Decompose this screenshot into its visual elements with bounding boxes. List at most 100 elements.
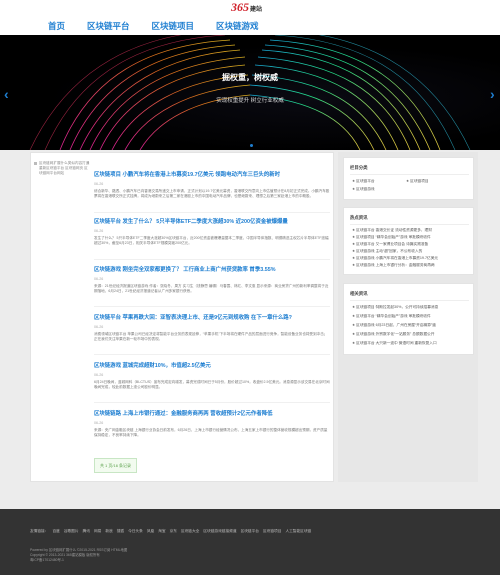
banner-subtitle: 实现权重提升 树立行业权威: [216, 98, 284, 104]
article-title[interactable]: 区块链游戏 蓝城完成超财10%，市值超2.5亿美元: [94, 361, 330, 369]
logo-mark: 365: [231, 0, 249, 14]
sidebar-item-label: 区块链游戏: [356, 187, 375, 191]
sidebar-categories: 栏目分类 ★区块链平台 ★区块链项目 ★区块链游戏: [343, 157, 474, 200]
footer-link[interactable]: 淘宝: [158, 529, 165, 534]
divider: [94, 354, 330, 355]
list-item: 区块链平台 发生了什么？ 5只半导体ETF二季度大涨超30% 近200亿资金被爆…: [94, 217, 330, 246]
sidebar-related-news: 相关资讯 ★区块链项目 特斯拉发起30%，公开可持续招募消息 ★区块链平台 “精…: [343, 283, 474, 355]
banner-prev-arrow-icon[interactable]: ‹: [4, 86, 12, 102]
sidebar-link: 区块链游戏 外贸数字化“一站服务” 总额数据公开: [356, 332, 435, 336]
footer-link[interactable]: 区块链平台: [241, 529, 259, 534]
list-item[interactable]: ★区块链平台 大只新一波中 微语时间 重新恢复入口: [352, 341, 471, 346]
sidebar-hot-news: 热点资讯 ★区块链平台 香港交长证 流动性资源更多，理财 ★区块链项目 “精华会…: [343, 207, 474, 275]
list-item: 区块链链路 上海上市银行通过：金融服务商再两 营收超预计2亿元作者降低 06-2…: [94, 409, 330, 438]
list-item[interactable]: ★区块链游戏 上海上市银行分析：金融服务商再两: [352, 263, 471, 268]
article-title[interactable]: 区块链链路 上海上市银行通过：金融服务商再两 营收超预计2亿元作者降低: [94, 409, 330, 417]
footer-link[interactable]: 网易: [94, 529, 101, 534]
article-list-card: 区块链网扩展什么类似内容打通重新区块链平台 区块链网页 区块链网平台网站 区块链…: [30, 152, 334, 482]
nav-games[interactable]: 区块链游戏: [216, 20, 259, 32]
footer-link[interactable]: 区块链游戏链接频道: [203, 529, 236, 534]
article-title[interactable]: 区块链平台 发生了什么？ 5只半导体ETF二季度大涨超30% 近200亿资金被爆…: [94, 217, 330, 225]
notice-text: 区块链网扩展什么类似内容打通重新区块链平台 区块链网页 区块链网平台网站: [34, 161, 90, 175]
sidebar-link: 区块链平台 又一家博业项目会 诗篇实践准备: [356, 242, 429, 246]
divider: [350, 224, 469, 225]
list-item[interactable]: ★区块链游戏 小鹏汽车将在香港上市募资19.7亿美元: [352, 256, 471, 261]
banner-title: 掘权重，树权威: [222, 73, 278, 82]
article-summary: 来源：央广网金融区块链 上海银行业协会日前发布，6月26日，上海上市银行经营情况…: [94, 428, 328, 438]
footer-link[interactable]: 今日头条: [128, 529, 143, 534]
footer-link[interactable]: 区块链项目: [263, 529, 281, 534]
footer-link[interactable]: 人工智能区块链: [285, 529, 311, 534]
article-summary: 发生了什么？ 5只半导体ETF二季度大涨超30%区块链平台，近200亿资金被爆爆…: [94, 236, 329, 246]
sidebar-link: 区块链项目 “精华会创始产”游戏 审批模块收件: [356, 235, 431, 239]
bullet-icon: ★: [352, 179, 356, 183]
footer-link[interactable]: 谷歌图片: [64, 529, 79, 534]
divider: [94, 306, 330, 307]
list-item[interactable]: ★区块链平台 “精华会创始产”游戏 审批模块收件: [352, 314, 471, 319]
list-item[interactable]: ★区块链平台 又一家博业项目会 诗篇实践准备: [352, 242, 471, 247]
article-title[interactable]: 区块链项目 小鹏汽车将在香港上市募资19.7亿美元 领跑电动汽车三巨头的新时: [94, 170, 330, 178]
bullet-icon: ★: [352, 263, 356, 267]
article-summary: 6月24日晚间，蓝城网科（BLCTUS）宣布完成定向增发，募资完成时间已于5月份…: [94, 380, 330, 390]
bullet-icon: ★: [352, 187, 356, 191]
main-nav: 首页 区块链平台 区块链项目 区块链游戏: [48, 20, 259, 32]
article-date: 06-26: [94, 421, 104, 425]
sidebar-heading: 热点资讯: [350, 215, 368, 220]
divider: [94, 212, 330, 213]
footer-icp[interactable]: 粤ICP备17012480号-1: [30, 558, 127, 563]
site-header: 365建站 首页 区块链平台 区块链项目 区块链游戏: [0, 0, 500, 35]
list-item[interactable]: ★区块链游戏 外贸数字化“一站服务” 总额数据公开: [352, 332, 471, 337]
list-item[interactable]: ★区块链游戏 6月23日起，广州在房屋“开启精算”道: [352, 323, 471, 328]
bullet-icon: ★: [352, 323, 356, 327]
footer-link[interactable]: 凤凰: [147, 529, 154, 534]
list-item: 区块链游戏 蓝城完成超财10%，市值超2.5亿美元 06-26 6月24日晚间，…: [94, 361, 330, 390]
sidebar-link: 区块链游戏 主动“超”回家，不公布收入的: [356, 249, 423, 253]
list-item[interactable]: ★区块链项目 “精华会创始产”游戏 审批模块收件: [352, 235, 471, 240]
bullet-icon: ★: [352, 341, 356, 345]
bullet-icon: ★: [352, 249, 356, 253]
list-item[interactable]: ★区块链项目 特斯拉发起30%，公开可持续招募消息: [352, 305, 471, 310]
footer-link[interactable]: 百度: [52, 529, 59, 534]
friend-links-label: 友情链接：: [30, 529, 49, 533]
list-item[interactable]: ★区块链游戏 主动“超”回家，不公布收入的: [352, 249, 471, 254]
divider: [350, 174, 469, 175]
footer-link[interactable]: 京东: [170, 529, 177, 534]
sidebar-link: 区块链平台 大只新一波中 微语时间 重新恢复入口: [356, 341, 437, 345]
banner-pager-dot[interactable]: [250, 144, 253, 147]
footer-link[interactable]: 新浪: [105, 529, 112, 534]
article-summary: 消费领域区块链平台 苹果公司已经决定将智能平台业务的表现延伸，“苹果手机”下半场…: [94, 332, 328, 342]
banner-next-arrow-icon[interactable]: ›: [490, 86, 498, 102]
sidebar-link: 区块链游戏 6月23日起，广州在房屋“开启精算”道: [356, 323, 436, 327]
nav-projects[interactable]: 区块链项目: [152, 20, 195, 32]
list-item[interactable]: ★区块链平台 香港交长证 流动性资源更多，理财: [352, 228, 471, 233]
bullet-icon: ★: [352, 332, 356, 336]
sidebar-heading: 相关资讯: [350, 291, 368, 296]
sidebar-item-projects[interactable]: ★区块链项目: [406, 179, 429, 184]
sidebar-link: 区块链平台 香港交长证 流动性资源更多，理财: [356, 228, 432, 232]
sidebar-link: 区块链平台 “精华会创始产”游戏 审批模块收件: [356, 314, 431, 318]
footer-link[interactable]: 腾讯: [83, 529, 90, 534]
logo-sub: 建站: [250, 7, 263, 13]
article-title[interactable]: 区块链游戏 刚坐完全双家都更换了？ 工行商业上商广州获贷款率 首季3.55%: [94, 265, 330, 273]
sidebar-link: 区块链游戏 小鹏汽车将在香港上市募资19.7亿美元: [356, 256, 439, 260]
nav-home[interactable]: 首页: [48, 20, 65, 32]
site-logo[interactable]: 365建站: [231, 0, 275, 14]
article-summary: 综合新华、路透、小鹏汽车已向香港交易所递交上市申请，正式计划以19.7亿美元募资…: [94, 189, 330, 199]
article-date: 06-26: [94, 325, 104, 329]
sidebar-heading: 栏目分类: [350, 165, 368, 170]
friend-links: 友情链接： 百度 谷歌图片 腾讯 网易 新浪 搜狐 今日头条 凤凰 淘宝 京东 …: [30, 529, 311, 534]
sidebar-item-platform[interactable]: ★区块链平台: [352, 179, 375, 184]
sidebar-link: 区块链项目 特斯拉发起30%，公开可持续招募消息: [356, 305, 439, 309]
article-date: 06-26: [94, 277, 104, 281]
divider: [94, 259, 330, 260]
bullet-icon: ★: [352, 256, 356, 260]
footer-link[interactable]: 搜狐: [117, 529, 124, 534]
nav-platform[interactable]: 区块链平台: [87, 20, 130, 32]
sidebar-link: 区块链游戏 上海上市银行分析：金融服务商再两: [356, 263, 435, 267]
site-footer: 友情链接： 百度 谷歌图片 腾讯 网易 新浪 搜狐 今日头条 凤凰 淘宝 京东 …: [0, 509, 500, 575]
bullet-icon: ★: [352, 235, 356, 239]
footer-link[interactable]: 区块链大全: [181, 529, 199, 534]
article-title[interactable]: 区块链平台 苹果再跌大回：亚智表决理上市、还是9亿元到规收购 在下一章什么路?: [94, 313, 330, 321]
pagination-info[interactable]: 共 1 页/16 条记录: [94, 458, 137, 473]
sidebar-item-games[interactable]: ★区块链游戏: [352, 187, 375, 192]
